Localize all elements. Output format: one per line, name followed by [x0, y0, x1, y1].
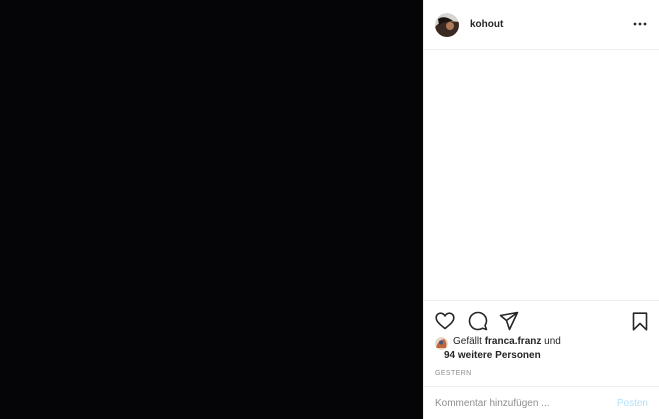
post-comment-button[interactable]: Posten	[617, 398, 648, 409]
comment-bar: Posten	[424, 386, 659, 419]
liker-avatar[interactable]	[435, 337, 448, 350]
likes-line-1: Gefällt franca.franz und	[435, 335, 655, 349]
post-header: kohout	[424, 0, 659, 50]
post-timestamp[interactable]: GESTERN	[435, 370, 472, 377]
post-media[interactable]	[0, 0, 423, 419]
likes-summary: Gefällt franca.franz und 94 weitere Pers…	[435, 335, 655, 363]
likes-conjunction: und	[544, 336, 561, 347]
comment-icon[interactable]	[466, 309, 490, 333]
post-actions: Gefällt franca.franz und 94 weitere Pers…	[424, 300, 659, 386]
likes-count[interactable]: 94 weitere Personen	[435, 349, 655, 363]
heart-icon[interactable]	[433, 309, 457, 333]
bookmark-icon[interactable]	[628, 309, 652, 333]
post-dialog: kohout Gefällt franca.franz und 94 weite…	[0, 0, 659, 419]
post-username[interactable]: kohout	[470, 19, 503, 30]
share-icon[interactable]	[497, 309, 521, 333]
comments-list	[424, 50, 659, 300]
post-sidebar: kohout Gefällt franca.franz und 94 weite…	[423, 0, 659, 419]
more-options-icon[interactable]	[632, 17, 648, 31]
liker-username[interactable]: franca.franz	[485, 336, 542, 347]
likes-prefix: Gefällt	[453, 336, 482, 347]
user-avatar[interactable]	[435, 12, 459, 37]
comment-input[interactable]	[435, 397, 617, 409]
